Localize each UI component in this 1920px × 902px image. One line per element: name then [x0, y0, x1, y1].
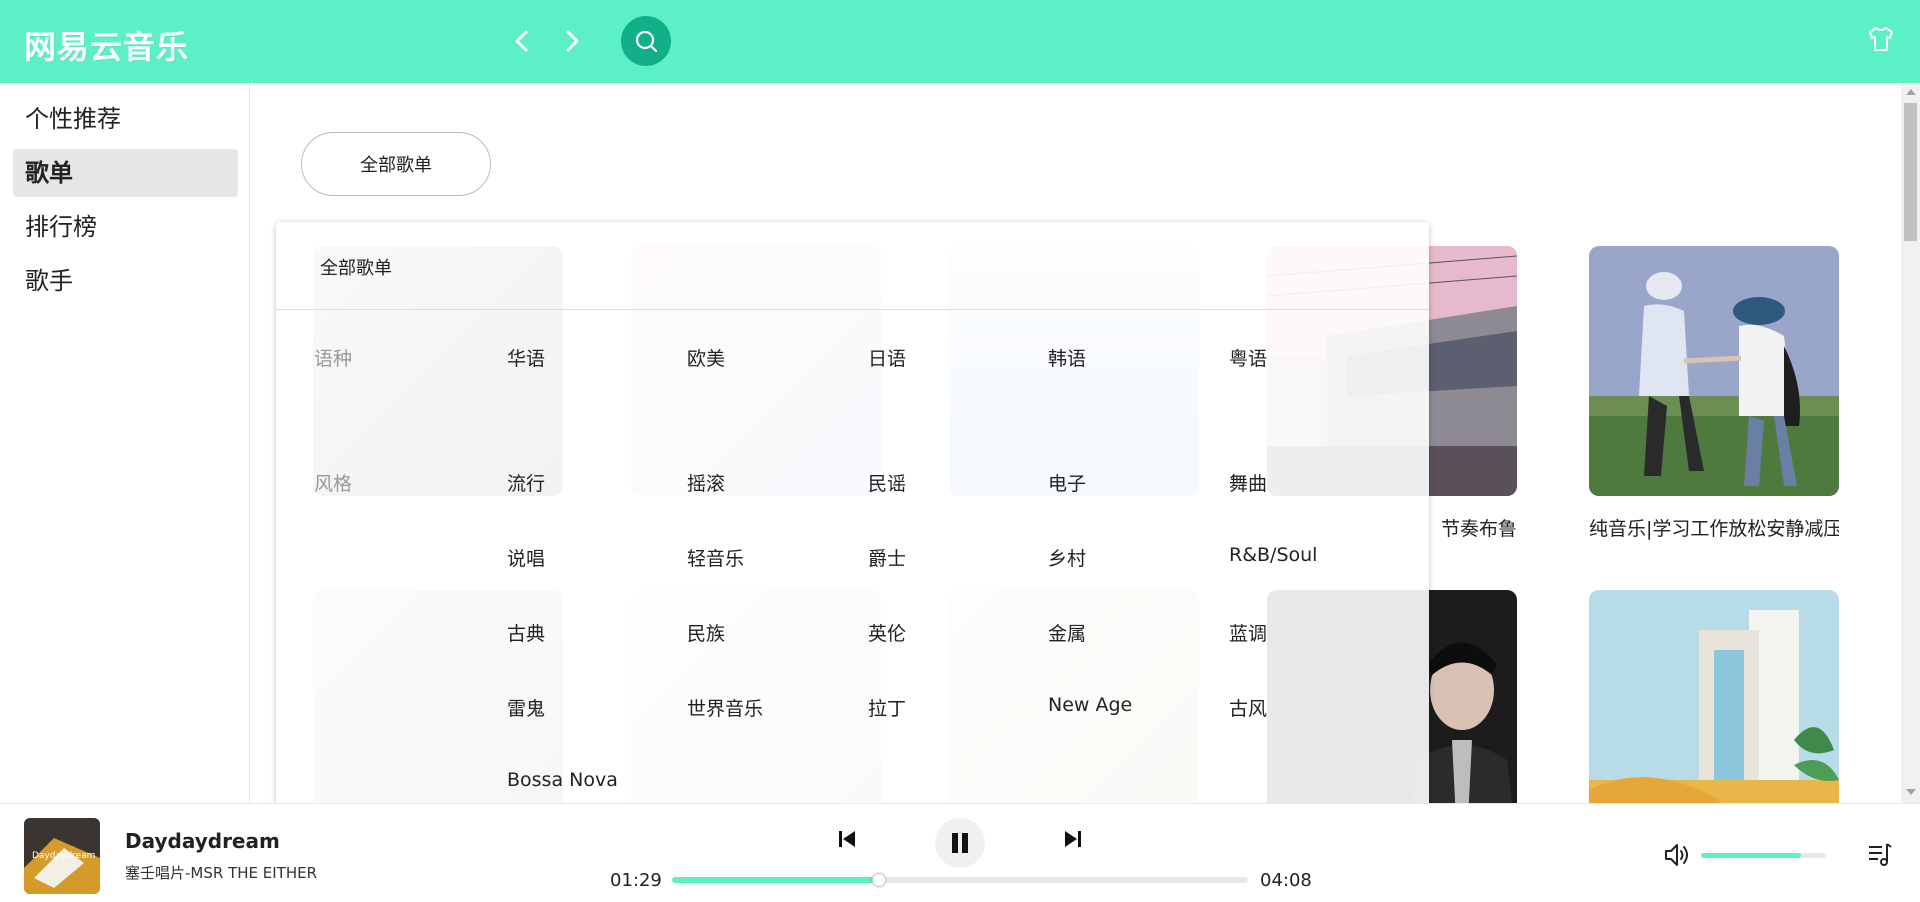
tag-classical[interactable]: 古典 — [507, 619, 545, 646]
tag-japanese[interactable]: 日语 — [868, 344, 906, 371]
playlist-cover-image — [1589, 590, 1839, 803]
playlist-card[interactable] — [1589, 590, 1839, 803]
total-time: 04:08 — [1260, 870, 1312, 891]
volume-slider[interactable] — [1701, 853, 1826, 858]
tag-ancient-style[interactable]: 古风 — [1229, 694, 1267, 721]
back-arrow-icon[interactable] — [507, 26, 537, 56]
tag-latin[interactable]: 拉丁 — [868, 694, 906, 721]
tag-cantonese[interactable]: 粤语 — [1229, 344, 1267, 371]
album-cover-thumbnail[interactable]: Daydaydream — [24, 818, 100, 894]
tag-korean[interactable]: 韩语 — [1048, 344, 1086, 371]
scroll-thumb[interactable] — [1904, 103, 1917, 241]
tag-ethnic[interactable]: 民族 — [687, 619, 725, 646]
previous-track-icon[interactable] — [835, 827, 859, 851]
volume-fill — [1701, 853, 1801, 858]
progress-fill — [672, 877, 880, 883]
sidebar-item-charts[interactable]: 排行榜 — [13, 203, 238, 251]
sidebar-item-artists[interactable]: 歌手 — [13, 257, 238, 305]
search-button[interactable] — [621, 16, 671, 66]
next-track-icon[interactable] — [1061, 827, 1085, 851]
tag-dance[interactable]: 舞曲 — [1229, 469, 1267, 496]
song-artist[interactable]: 塞壬唱片-MSR THE EITHER — [125, 862, 317, 883]
sidebar-item-recommend[interactable]: 个性推荐 — [13, 95, 238, 143]
sidebar: 个性推荐 歌单 排行榜 歌手 — [0, 83, 250, 803]
tag-western[interactable]: 欧美 — [687, 344, 725, 371]
playlist-queue-icon[interactable] — [1866, 840, 1894, 868]
tag-britpop[interactable]: 英伦 — [868, 619, 906, 646]
playlist-cover-image — [1589, 246, 1839, 496]
tag-chinese[interactable]: 华语 — [507, 344, 545, 371]
category-label-style: 风格 — [314, 473, 353, 495]
tag-bossa-nova[interactable]: Bossa Nova — [507, 769, 618, 791]
song-title[interactable]: Daydaydream — [125, 829, 280, 853]
category-label-language: 语种 — [314, 348, 353, 370]
search-icon — [635, 30, 658, 53]
tag-electronic[interactable]: 电子 — [1048, 469, 1086, 496]
tag-rock[interactable]: 摇滚 — [687, 469, 725, 496]
sidebar-item-playlists[interactable]: 歌单 — [13, 149, 238, 197]
tag-rnb-soul[interactable]: R&B/Soul — [1229, 544, 1317, 566]
tag-folk[interactable]: 民谣 — [868, 469, 906, 496]
forward-arrow-icon[interactable] — [557, 26, 587, 56]
scroll-up-arrow-icon[interactable] — [1906, 89, 1916, 95]
tag-jazz[interactable]: 爵士 — [868, 544, 906, 571]
pause-icon — [952, 833, 968, 853]
playlist-card[interactable]: 纯音乐|学习工作放松安静减压 — [1589, 246, 1839, 541]
pause-button[interactable] — [935, 818, 985, 868]
app-logo[interactable]: 网易云音乐 — [24, 22, 189, 68]
progress-bar[interactable] — [672, 873, 1248, 887]
svg-text:Daydaydream: Daydaydream — [32, 851, 95, 861]
playlist-title[interactable]: 纯音乐|学习工作放松安静减压 — [1589, 514, 1839, 541]
category-popup: 全部歌单 语种 华语 欧美 日语 韩语 粤语 风格 流行 摇滚 民谣 电子 舞曲… — [276, 222, 1429, 812]
tag-rap[interactable]: 说唱 — [507, 544, 545, 571]
tag-metal[interactable]: 金属 — [1048, 619, 1086, 646]
player-bar: Daydaydream Daydaydream 塞壬唱片-MSR THE EIT… — [0, 803, 1920, 902]
popup-header: 全部歌单 — [276, 222, 1429, 310]
tag-reggae[interactable]: 雷鬼 — [507, 694, 545, 721]
progress-knob[interactable] — [872, 873, 887, 887]
current-time: 01:29 — [610, 870, 662, 891]
tag-world-music[interactable]: 世界音乐 — [687, 694, 763, 721]
top-header: 网易云音乐 — [0, 0, 1920, 83]
popup-all-playlists[interactable]: 全部歌单 — [320, 254, 392, 280]
tag-new-age[interactable]: New Age — [1048, 694, 1132, 716]
tag-blues[interactable]: 蓝调 — [1229, 619, 1267, 646]
volume-icon[interactable] — [1664, 842, 1692, 868]
scroll-down-arrow-icon[interactable] — [1906, 789, 1916, 795]
all-playlists-button[interactable]: 全部歌单 — [301, 132, 491, 196]
tag-light-music[interactable]: 轻音乐 — [687, 544, 744, 571]
tag-country[interactable]: 乡村 — [1048, 544, 1086, 571]
tag-pop[interactable]: 流行 — [507, 469, 545, 496]
tshirt-skin-icon[interactable] — [1866, 24, 1896, 54]
main-scrollbar[interactable] — [1901, 83, 1920, 803]
